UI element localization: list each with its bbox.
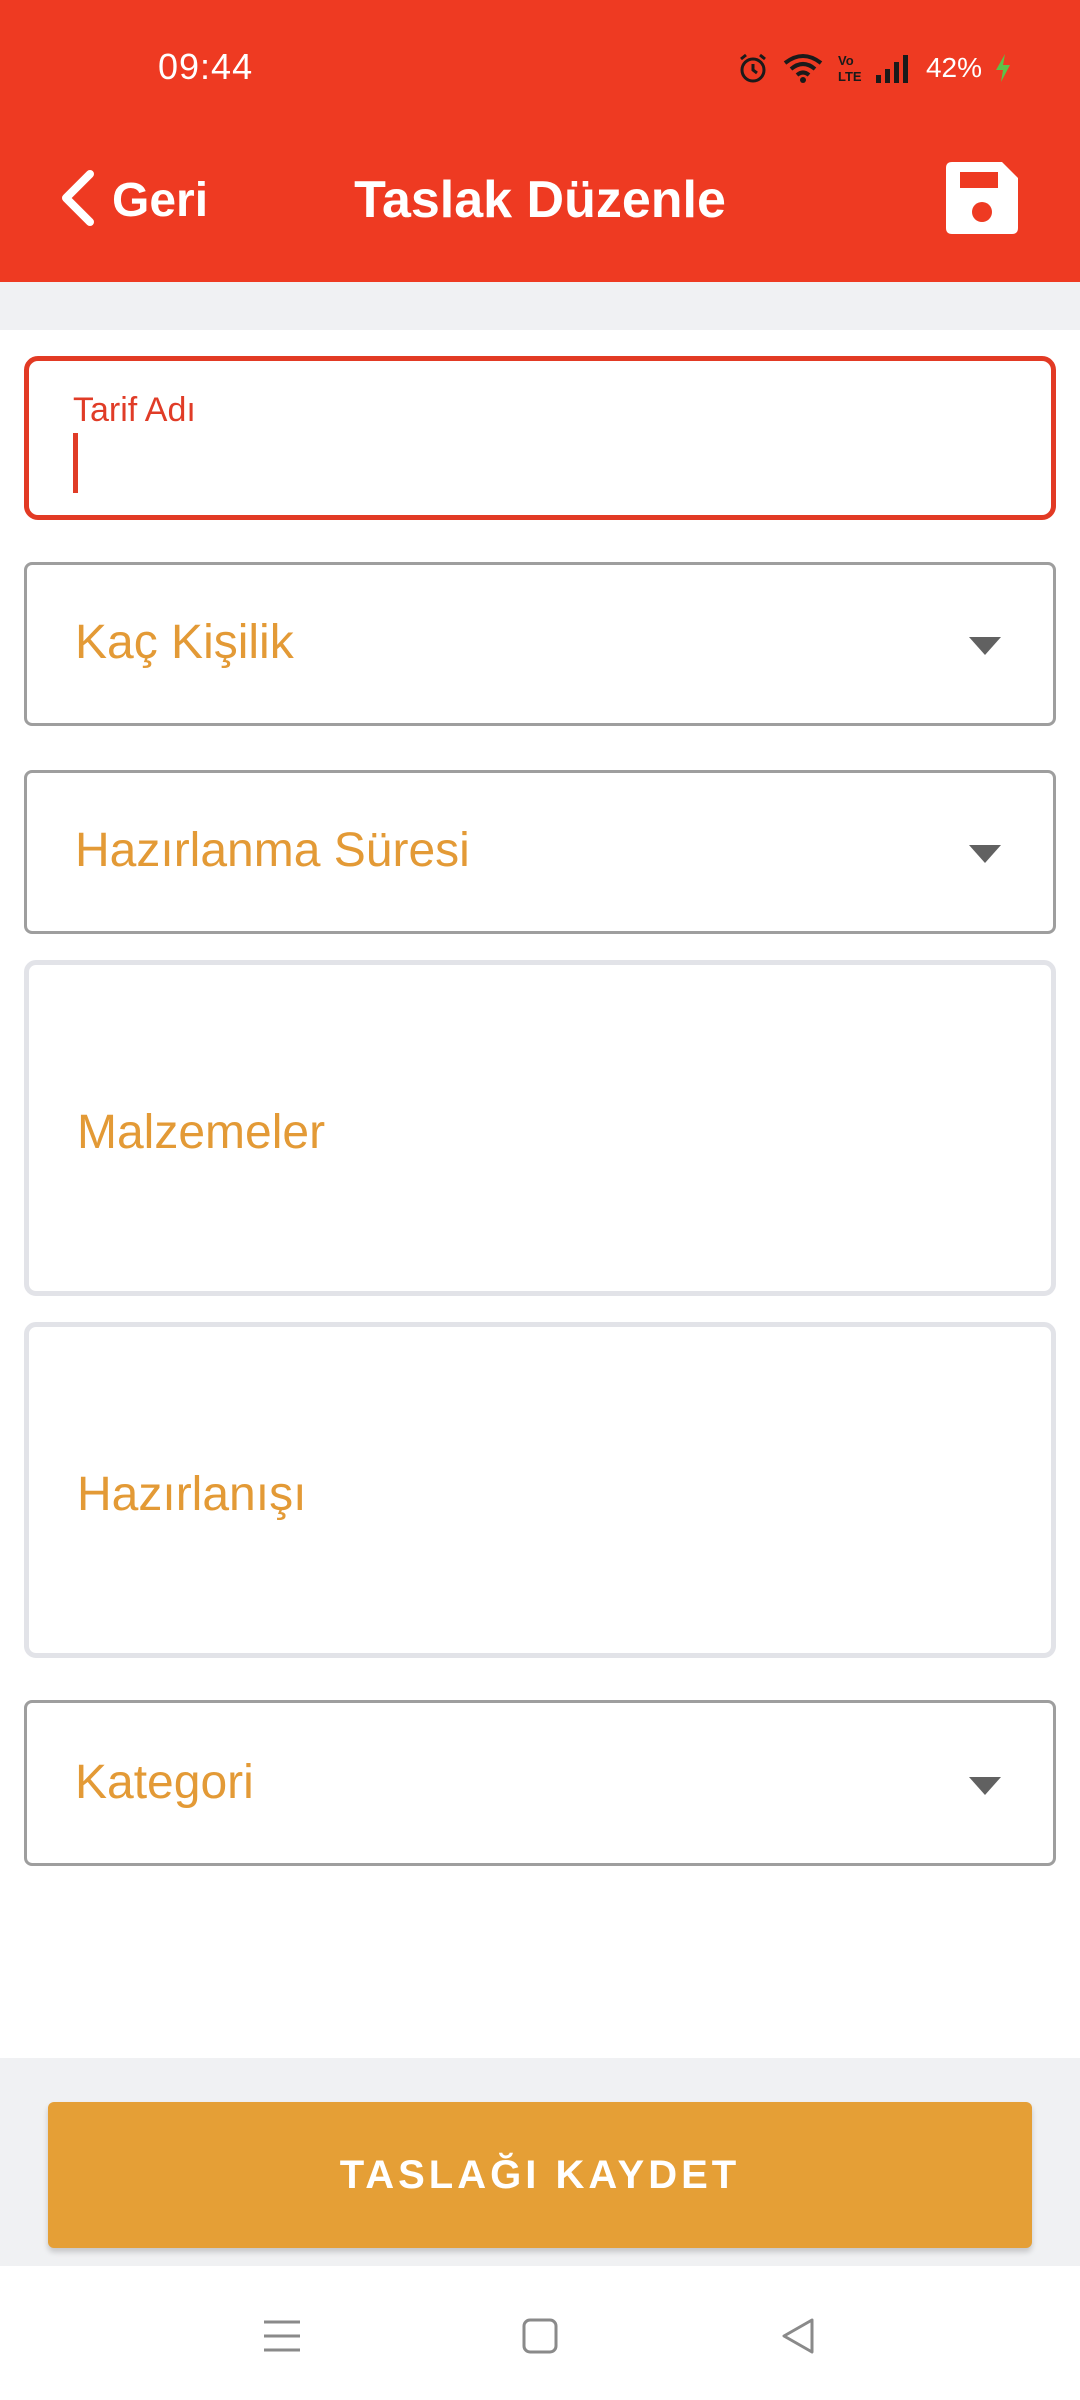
save-icon[interactable] [942, 158, 1022, 238]
save-draft-button[interactable]: TASLAĞI KAYDET [48, 2102, 1032, 2248]
signal-icon [874, 51, 914, 85]
dropdown-arrow-icon [969, 637, 1001, 655]
wifi-icon [782, 51, 824, 85]
servings-placeholder: Kaç Kişilik [75, 616, 294, 669]
back-icon[interactable] [768, 2306, 828, 2366]
page-title: Taslak Düzenle [354, 171, 726, 229]
charging-icon [994, 53, 1012, 83]
preparation-textarea[interactable]: Hazırlanışı [24, 1322, 1056, 1658]
category-placeholder: Kategori [75, 1756, 254, 1809]
dropdown-arrow-icon [969, 1777, 1001, 1795]
prep-time-dropdown[interactable]: Hazırlanma Süresi [24, 770, 1056, 934]
ingredients-placeholder: Malzemeler [77, 1106, 326, 1159]
system-nav-bar [0, 2266, 1080, 2400]
recipe-name-field[interactable]: Tarif Adı [24, 356, 1056, 520]
battery-level: 42% [925, 52, 982, 83]
alarm-icon [736, 51, 770, 85]
svg-text:LTE: LTE [838, 69, 862, 84]
app-header: 09:44 Vo LTE 42% Geri Taslak Düzenle [0, 0, 1080, 282]
recipe-name-label: Tarif Adı [73, 391, 196, 429]
text-cursor [73, 433, 78, 493]
dropdown-arrow-icon [969, 845, 1001, 863]
home-icon[interactable] [510, 2306, 570, 2366]
preparation-placeholder: Hazırlanışı [77, 1468, 307, 1521]
servings-dropdown[interactable]: Kaç Kişilik [24, 562, 1056, 726]
menu-icon[interactable] [252, 2306, 312, 2366]
svg-text:Vo: Vo [838, 53, 854, 68]
status-time: 09:44 [158, 46, 254, 87]
volte-icon: Vo LTE [836, 51, 862, 85]
category-dropdown[interactable]: Kategori [24, 1700, 1056, 1866]
save-draft-label: TASLAĞI KAYDET [339, 2152, 741, 2197]
prep-time-placeholder: Hazırlanma Süresi [75, 824, 470, 877]
status-icons: Vo LTE 42% [736, 48, 1012, 88]
top-divider-band [0, 282, 1080, 330]
ingredients-textarea[interactable]: Malzemeler [24, 960, 1056, 1296]
